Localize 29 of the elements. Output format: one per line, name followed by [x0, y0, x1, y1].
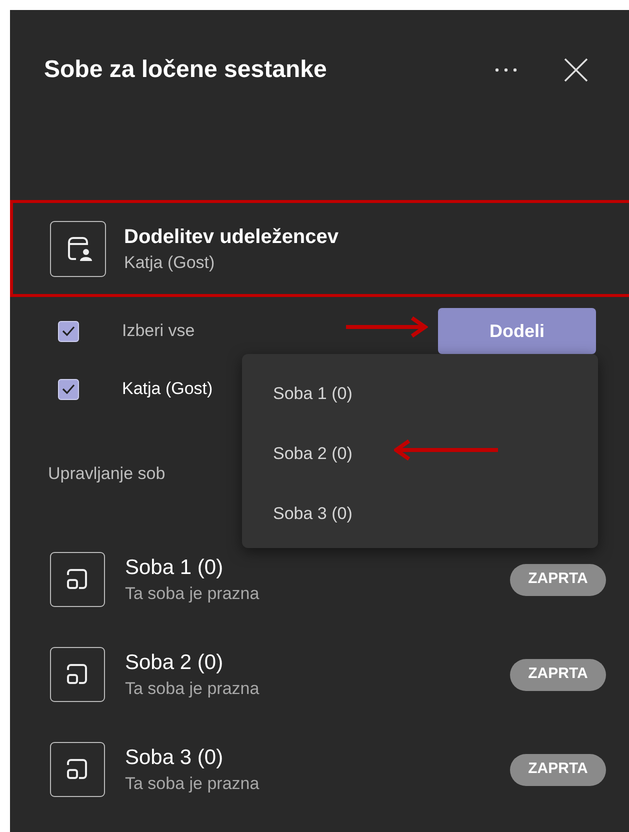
menu-item[interactable]: Soba 3 (0) — [242, 484, 598, 544]
room-status: Ta soba je prazna — [125, 678, 260, 700]
panel-title: Sobe za ločene sestanke — [44, 55, 328, 85]
room-person-icon — [50, 220, 106, 276]
assignment-title: Dodelitev udeležencev — [124, 224, 339, 250]
assignment-card[interactable]: Dodelitev udeležencev Katja (Gost) — [10, 200, 629, 297]
close-icon[interactable] — [564, 58, 588, 82]
status-badge: ZAPRTA — [510, 658, 606, 690]
room-status: Ta soba je prazna — [125, 772, 260, 794]
room-icon — [50, 742, 105, 797]
room-name: Soba 1 (0) — [125, 554, 224, 580]
section-label: Upravljanje sob — [47, 463, 166, 485]
menu-item[interactable]: Soba 2 (0) — [242, 424, 598, 484]
menu-item[interactable]: Soba 1 (0) — [242, 364, 598, 424]
status-badge: ZAPRTA — [510, 564, 606, 596]
assignment-subtitle: Katja (Gost) — [124, 252, 216, 274]
more-options-icon[interactable] — [494, 67, 518, 73]
checkbox[interactable] — [58, 378, 79, 400]
checkmark-icon — [62, 326, 75, 336]
room-icon — [50, 552, 105, 607]
room-status: Ta soba je prazna — [125, 582, 260, 604]
status-badge: ZAPRTA — [510, 754, 606, 786]
checkmark-icon — [62, 384, 75, 394]
participant-name: Katja (Gost) — [122, 378, 213, 400]
room-icon — [50, 647, 105, 702]
checkbox[interactable] — [58, 320, 79, 342]
room-name: Soba 2 (0) — [125, 650, 224, 676]
room-name: Soba 3 (0) — [125, 744, 224, 770]
select-all-label: Izberi vse — [122, 320, 195, 342]
